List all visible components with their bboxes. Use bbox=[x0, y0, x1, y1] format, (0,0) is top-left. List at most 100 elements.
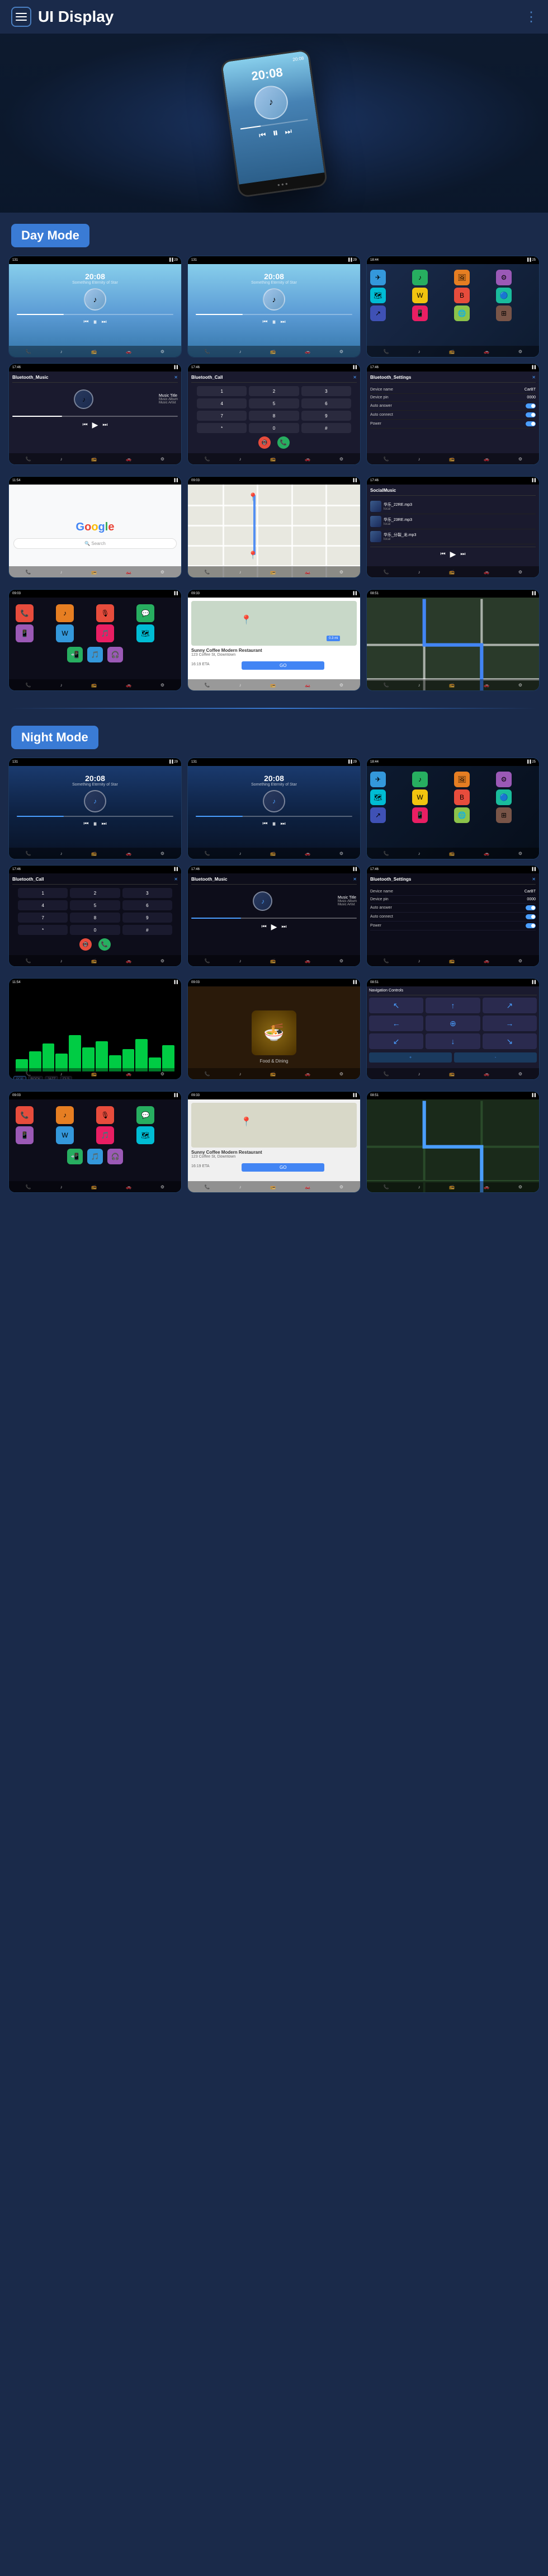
bt-bottom-3[interactable]: 📻 bbox=[91, 457, 97, 462]
night-b1-3[interactable]: 📻 bbox=[91, 851, 97, 856]
bt-next[interactable]: ⏭ bbox=[102, 422, 107, 428]
bottom-icon-c[interactable]: 📻 bbox=[270, 349, 276, 354]
night-answer-toggle[interactable] bbox=[526, 905, 536, 910]
night-app-4[interactable]: ⚙ bbox=[496, 772, 512, 787]
night-play-2[interactable]: ⏸ bbox=[272, 819, 276, 829]
dial-0[interactable]: 0 bbox=[249, 423, 299, 433]
map-bottom-2[interactable]: ♪ bbox=[239, 570, 242, 575]
night-bs-5[interactable]: ⚙ bbox=[518, 958, 522, 963]
night-app-2[interactable]: ♪ bbox=[412, 772, 428, 787]
night-bc-1[interactable]: 📞 bbox=[26, 958, 31, 963]
night-go-button[interactable]: GO bbox=[242, 1163, 324, 1172]
social-prev[interactable]: ⏮ bbox=[441, 551, 446, 557]
app-icon-misc[interactable]: ⊞ bbox=[496, 305, 512, 321]
carplay-waze[interactable]: W bbox=[56, 624, 74, 642]
app-bottom-5[interactable]: ⚙ bbox=[518, 349, 522, 354]
night-dial-9[interactable]: 9 bbox=[122, 913, 172, 923]
night-rb-3[interactable]: 📻 bbox=[270, 1184, 276, 1190]
bt-prev[interactable]: ⏮ bbox=[83, 422, 88, 428]
tbt-right[interactable]: → bbox=[483, 1016, 537, 1031]
tbt-down-right[interactable]: ↘ bbox=[483, 1033, 537, 1049]
tbt-up-right[interactable]: ↗ bbox=[483, 998, 537, 1013]
carplay-maps[interactable]: 🗺 bbox=[136, 624, 154, 642]
night-dial-hash[interactable]: # bbox=[122, 925, 172, 935]
btsettings-bottom-5[interactable]: ⚙ bbox=[518, 457, 522, 462]
music-list-item-3[interactable]: 华乐_分裂_龙.mp3 local bbox=[370, 529, 536, 544]
night-cp-b2[interactable]: ♪ bbox=[60, 1184, 63, 1190]
auto-answer-toggle[interactable] bbox=[526, 403, 536, 408]
app-icon-browser[interactable]: 🌐 bbox=[454, 305, 470, 321]
bottom-icon-e[interactable]: ⚙ bbox=[339, 349, 343, 354]
night-connect-toggle[interactable] bbox=[526, 914, 536, 919]
night-ab-3[interactable]: 📻 bbox=[449, 851, 455, 856]
night-bs-4[interactable]: 🚗 bbox=[484, 958, 489, 963]
night-app-1[interactable]: ✈ bbox=[370, 772, 386, 787]
night-b2-3[interactable]: 📻 bbox=[270, 851, 276, 856]
night-bc-3[interactable]: 📻 bbox=[91, 958, 97, 963]
carplay-phone[interactable]: 📞 bbox=[16, 604, 34, 622]
night-cp-app[interactable]: 📱 bbox=[16, 1126, 34, 1144]
night-rb-4[interactable]: 🚗 bbox=[305, 1184, 310, 1190]
night-dial-1[interactable]: 1 bbox=[18, 888, 68, 898]
night-play-1[interactable]: ⏸ bbox=[93, 819, 97, 829]
app-icon-music[interactable]: ♪ bbox=[412, 270, 428, 285]
app-icon-phone[interactable]: 📱 bbox=[412, 305, 428, 321]
night-bs-1[interactable]: 📞 bbox=[384, 958, 389, 963]
night-b2-2[interactable]: ♪ bbox=[239, 851, 242, 856]
social-next[interactable]: ⏭ bbox=[460, 551, 465, 557]
night-tbt-b4[interactable]: 🚗 bbox=[484, 1071, 489, 1077]
night-cp-b3[interactable]: 📻 bbox=[91, 1184, 97, 1190]
night-eq-b3[interactable]: 📻 bbox=[91, 1071, 97, 1077]
bottom-icon-b[interactable]: ♪ bbox=[239, 349, 242, 354]
night-btcall-close[interactable]: ✕ bbox=[174, 877, 178, 882]
night-ab-5[interactable]: ⚙ bbox=[518, 851, 522, 856]
app-bottom-3[interactable]: 📻 bbox=[449, 349, 455, 354]
app-icon-nav[interactable]: ↗ bbox=[370, 305, 386, 321]
carplay-spotify[interactable]: 🎵 bbox=[96, 624, 114, 642]
nav-bottom-3[interactable]: 📻 bbox=[449, 683, 455, 688]
night-btm-play[interactable]: ▶ bbox=[271, 922, 277, 932]
night-cp-spotify[interactable]: 🎵 bbox=[96, 1126, 114, 1144]
carplay-bottom-3[interactable]: 📻 bbox=[91, 683, 97, 688]
night-bs-2[interactable]: ♪ bbox=[418, 958, 421, 963]
tbt-up-left[interactable]: ↖ bbox=[369, 998, 423, 1013]
tbt-left[interactable]: ← bbox=[369, 1016, 423, 1031]
tbt-center[interactable]: ⊕ bbox=[426, 1016, 480, 1031]
car-play-icon-2[interactable]: ⏸ bbox=[272, 317, 276, 327]
nav-bottom-5[interactable]: ⚙ bbox=[518, 683, 522, 688]
night-dial-3[interactable]: 3 bbox=[122, 888, 172, 898]
night-rb-1[interactable]: 📞 bbox=[205, 1184, 210, 1190]
night-cp-b4[interactable]: 🚗 bbox=[126, 1184, 131, 1190]
carplay-dock-3[interactable]: 🎧 bbox=[107, 647, 123, 662]
app-icon-settings[interactable]: ⚙ bbox=[496, 270, 512, 285]
google-bottom-2[interactable]: ♪ bbox=[60, 570, 63, 575]
night-next-2[interactable]: ⏭ bbox=[281, 821, 286, 827]
night-bs-3[interactable]: 📻 bbox=[449, 958, 455, 963]
night-nv-4[interactable]: 🚗 bbox=[484, 1184, 489, 1190]
night-eq-b5[interactable]: ⚙ bbox=[160, 1071, 164, 1077]
dial-6[interactable]: 6 bbox=[301, 398, 351, 408]
play-pause-icon[interactable]: ⏸ bbox=[272, 126, 279, 140]
night-ab-1[interactable]: 📞 bbox=[384, 851, 389, 856]
nav-bottom-2[interactable]: ♪ bbox=[418, 683, 421, 688]
app-icon-waze[interactable]: W bbox=[412, 288, 428, 303]
google-bottom-5[interactable]: ⚙ bbox=[160, 570, 164, 575]
social-play[interactable]: ▶ bbox=[450, 549, 456, 559]
dial-star[interactable]: * bbox=[197, 423, 247, 433]
social-bottom-5[interactable]: ⚙ bbox=[518, 570, 522, 575]
bt-music-close[interactable]: ✕ bbox=[174, 375, 178, 380]
dial-9[interactable]: 9 bbox=[301, 411, 351, 421]
btcall-bottom-4[interactable]: 🚗 bbox=[305, 457, 310, 462]
carplay-messages[interactable]: 💬 bbox=[136, 604, 154, 622]
bottom-icon-d[interactable]: 🚗 bbox=[305, 349, 310, 354]
carplay-bottom-1[interactable]: 📞 bbox=[26, 683, 31, 688]
night-nv-2[interactable]: ♪ bbox=[418, 1184, 421, 1190]
map-bottom-3[interactable]: 📻 bbox=[270, 570, 276, 575]
app-bottom-4[interactable]: 🚗 bbox=[484, 349, 489, 354]
nav-bottom-1[interactable]: 📞 bbox=[384, 683, 389, 688]
btcall-bottom-3[interactable]: 📻 bbox=[270, 457, 276, 462]
night-b2-5[interactable]: ⚙ bbox=[339, 851, 343, 856]
bottom-icon-5[interactable]: ⚙ bbox=[160, 349, 164, 354]
night-tbt-b1[interactable]: 📞 bbox=[384, 1071, 389, 1077]
social-bottom-3[interactable]: 📻 bbox=[449, 570, 455, 575]
